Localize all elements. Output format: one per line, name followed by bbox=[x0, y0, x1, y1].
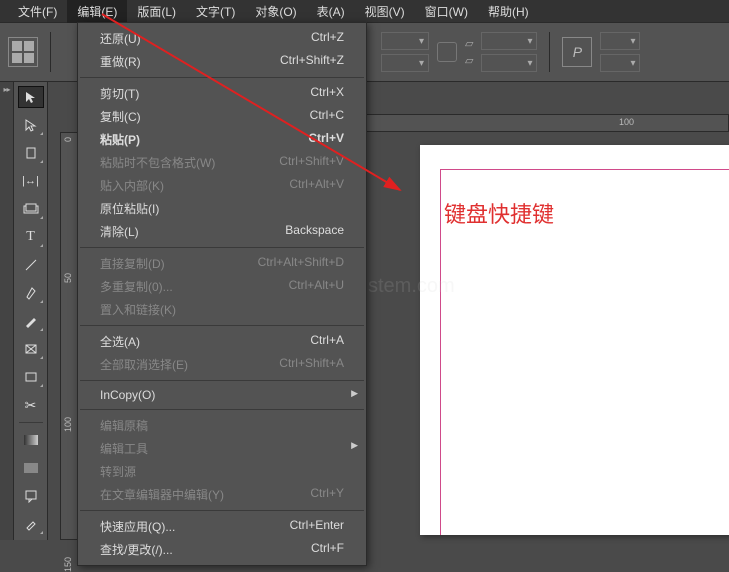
menu-item-0: 多重复制(0)...Ctrl+Alt+U bbox=[78, 275, 366, 298]
dropdown-c[interactable]: ▾ bbox=[481, 32, 537, 50]
menu-item-d: 直接复制(D)Ctrl+Alt+Shift+D bbox=[78, 252, 366, 275]
note-tool[interactable] bbox=[18, 485, 44, 507]
menu-file[interactable]: 文件(F) bbox=[8, 0, 67, 23]
menu-table[interactable]: 表(A) bbox=[307, 0, 355, 23]
divider bbox=[549, 32, 550, 72]
edit-dropdown-menu: 还原(U)Ctrl+Z重做(R)Ctrl+Shift+Z 剪切(T)Ctrl+X复… bbox=[77, 22, 367, 566]
pencil-tool[interactable] bbox=[18, 310, 44, 332]
menu-separator bbox=[80, 409, 364, 410]
page-tool[interactable] bbox=[18, 142, 44, 164]
menu-item-a[interactable]: 全选(A)Ctrl+A bbox=[78, 330, 366, 353]
paragraph-p-icon[interactable]: P bbox=[562, 37, 592, 67]
ruler-tick: 100 bbox=[63, 417, 73, 432]
type-tool[interactable]: T bbox=[18, 226, 44, 248]
menu-item-y: 在文章编辑器中编辑(Y)Ctrl+Y bbox=[78, 483, 366, 506]
pen-tool[interactable] bbox=[18, 282, 44, 304]
dropdown-b[interactable]: ▾ bbox=[381, 54, 429, 72]
menu-separator bbox=[80, 247, 364, 248]
gradient-swatch-tool[interactable] bbox=[18, 429, 44, 451]
menu-edit[interactable]: 编辑(E) bbox=[67, 0, 127, 23]
menu-item-: 编辑原稿 bbox=[78, 414, 366, 437]
menu-item-k: 置入和链接(K) bbox=[78, 298, 366, 321]
divider bbox=[50, 32, 51, 72]
menu-item-w: 粘贴时不包含格式(W)Ctrl+Shift+V bbox=[78, 151, 366, 174]
menu-separator bbox=[80, 380, 364, 381]
tools-panel: |↔| T ✂ bbox=[14, 82, 48, 540]
menu-separator bbox=[80, 77, 364, 78]
content-collector-tool[interactable] bbox=[18, 198, 44, 220]
menu-item-r[interactable]: 重做(R)Ctrl+Shift+Z bbox=[78, 50, 366, 73]
menu-window[interactable]: 窗口(W) bbox=[415, 0, 478, 23]
page-text-content[interactable]: 键盘快捷键 bbox=[444, 197, 554, 229]
dropdown-a[interactable]: ▾ bbox=[381, 32, 429, 50]
ruler-vertical[interactable]: 0 50 100 150 bbox=[60, 132, 78, 540]
menu-item-t[interactable]: 剪切(T)Ctrl+X bbox=[78, 82, 366, 105]
menu-separator bbox=[80, 510, 364, 511]
panel-collapse-strip[interactable]: ▸▸ bbox=[0, 82, 14, 540]
menu-item-q[interactable]: 快速应用(Q)...Ctrl+Enter bbox=[78, 515, 366, 538]
gap-tool[interactable]: |↔| bbox=[18, 170, 44, 192]
ruler-tick: 100 bbox=[619, 117, 634, 127]
dropdown-d[interactable]: ▾ bbox=[481, 54, 537, 72]
menu-item-k: 贴入内部(K)Ctrl+Alt+V bbox=[78, 174, 366, 197]
menu-object[interactable]: 对象(O) bbox=[245, 0, 306, 23]
menubar: 文件(F) 编辑(E) 版面(L) 文字(T) 对象(O) 表(A) 视图(V)… bbox=[0, 0, 729, 22]
menu-item-: 转到源 bbox=[78, 460, 366, 483]
grid-icon[interactable] bbox=[8, 37, 38, 67]
rectangle-tool[interactable] bbox=[18, 366, 44, 388]
menu-item-c[interactable]: 复制(C)Ctrl+C bbox=[78, 105, 366, 128]
menu-item-i[interactable]: 原位粘贴(I) bbox=[78, 197, 366, 220]
direct-selection-tool[interactable] bbox=[18, 114, 44, 136]
menu-item-[interactable]: 查找/更改(/)...Ctrl+F bbox=[78, 538, 366, 561]
menu-item-u[interactable]: 还原(U)Ctrl+Z bbox=[78, 27, 366, 50]
gradient-feather-tool[interactable] bbox=[18, 457, 44, 479]
ruler-tick: 150 bbox=[63, 557, 73, 572]
scissors-tool[interactable]: ✂ bbox=[18, 394, 44, 416]
ruler-tick: 50 bbox=[63, 273, 73, 283]
expand-arrows-icon: ▸▸ bbox=[0, 82, 13, 94]
menu-separator bbox=[80, 325, 364, 326]
menu-item-incopyo[interactable]: InCopy(O)▶ bbox=[78, 385, 366, 405]
eyedropper-tool[interactable] bbox=[18, 513, 44, 535]
rectangle-frame-tool[interactable] bbox=[18, 338, 44, 360]
line-tool[interactable] bbox=[18, 254, 44, 276]
parallelogram-a-icon[interactable]: ▱ bbox=[465, 37, 473, 50]
menu-view[interactable]: 视图(V) bbox=[355, 0, 415, 23]
document-page[interactable]: 键盘快捷键 bbox=[420, 145, 729, 535]
menu-layout[interactable]: 版面(L) bbox=[127, 0, 186, 23]
selection-tool[interactable] bbox=[18, 86, 44, 108]
parallelogram-b-icon[interactable]: ▱ bbox=[465, 54, 473, 67]
menu-item-p[interactable]: 粘贴(P)Ctrl+V bbox=[78, 128, 366, 151]
menu-item-: 编辑工具▶ bbox=[78, 437, 366, 460]
dropdown-e[interactable]: ▾ bbox=[600, 32, 640, 50]
dropdown-f[interactable]: ▾ bbox=[600, 54, 640, 72]
menu-help[interactable]: 帮助(H) bbox=[478, 0, 539, 23]
tool-separator bbox=[19, 422, 43, 423]
menu-item-e: 全部取消选择(E)Ctrl+Shift+A bbox=[78, 353, 366, 376]
link-icon[interactable] bbox=[437, 42, 457, 62]
ruler-tick: 0 bbox=[63, 137, 73, 142]
menu-text[interactable]: 文字(T) bbox=[186, 0, 245, 23]
menu-item-l[interactable]: 清除(L)Backspace bbox=[78, 220, 366, 243]
